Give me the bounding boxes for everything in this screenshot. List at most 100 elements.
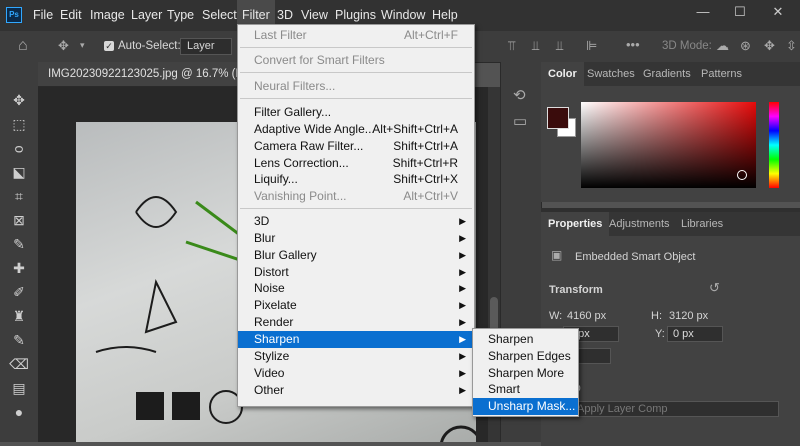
menu-item-render[interactable]: Render ▶ <box>238 314 474 331</box>
history-panel-icon[interactable]: ⟲ <box>513 86 526 104</box>
menu-select[interactable]: Select <box>202 0 237 31</box>
document-title: IMG20230922123025.jpg @ 16.7% (Lay <box>48 68 255 80</box>
menu-item-neural-filters[interactable]: Neural Filters... <box>238 78 474 95</box>
move-tool-icon[interactable]: ✥ <box>8 90 30 110</box>
menu-separator <box>240 72 472 73</box>
menu-separator <box>240 98 472 99</box>
submenu-arrow-icon: ▶ <box>459 317 466 327</box>
menu-item-blur[interactable]: Blur ▶ <box>238 230 474 247</box>
y-label: Y: <box>655 328 665 340</box>
blur-tool-icon[interactable]: ● <box>8 402 30 422</box>
filter-menu: Last Filter Alt+Ctrl+F Convert for Smart … <box>237 24 475 407</box>
menu-item-last-filter[interactable]: Last Filter Alt+Ctrl+F <box>238 27 474 44</box>
maximize-button[interactable]: ☐ <box>722 0 758 24</box>
menu-item-distort[interactable]: Distort ▶ <box>238 264 474 281</box>
submenu-item-sharpen-edges[interactable]: Sharpen Edges <box>473 348 578 365</box>
submenu-arrow-icon: ▶ <box>459 267 466 277</box>
tab-swatches[interactable]: Swatches <box>587 62 635 86</box>
marquee-tool-icon[interactable]: ⬚ <box>8 114 30 134</box>
home-icon[interactable]: ⌂ <box>18 37 28 55</box>
y-field[interactable]: 0 px <box>667 326 723 342</box>
menu-item-sharpen[interactable]: Sharpen ▶ <box>238 331 474 348</box>
color-spectrum[interactable] <box>581 102 756 188</box>
color-picker-handle[interactable] <box>737 170 747 180</box>
frame-tool-icon[interactable]: ⊠ <box>8 210 30 230</box>
document-tab[interactable]: IMG20230922123025.jpg @ 16.7% (Lay <box>38 62 254 87</box>
history-brush-tool-icon[interactable]: ✎ <box>8 330 30 350</box>
submenu-item-unsharp-mask[interactable]: Unsharp Mask... <box>473 398 578 415</box>
reset-transform-icon[interactable]: ↺ <box>709 280 720 296</box>
menu-item-pixelate[interactable]: Pixelate ▶ <box>238 297 474 314</box>
menu-item-liquify[interactable]: Liquify... Shift+Ctrl+X <box>238 171 474 188</box>
menu-item-stylize[interactable]: Stylize ▶ <box>238 348 474 365</box>
menu-item-vanishing-point[interactable]: Vanishing Point... Alt+Ctrl+V <box>238 188 474 205</box>
more-options-icon[interactable]: ••• <box>626 37 640 52</box>
menu-item-camera-raw-filter[interactable]: Camera Raw Filter... Shift+Ctrl+A <box>238 138 474 155</box>
menu-image[interactable]: Image <box>90 0 125 31</box>
tab-patterns[interactable]: Patterns <box>701 62 742 86</box>
3d-slide-icon[interactable]: ⇳ <box>786 38 797 54</box>
submenu-arrow-icon: ▶ <box>459 250 466 260</box>
width-value[interactable]: 4160 px <box>567 310 606 322</box>
tab-adjustments[interactable]: Adjustments <box>609 212 670 236</box>
transform-heading: Transform <box>549 284 603 296</box>
clone-stamp-tool-icon[interactable]: ♜ <box>8 306 30 326</box>
sketch-box <box>136 392 164 420</box>
tab-libraries[interactable]: Libraries <box>681 212 723 236</box>
eyedropper-tool-icon[interactable]: ✎ <box>8 234 30 254</box>
tab-gradients[interactable]: Gradients <box>643 62 691 86</box>
layer-comp-dropdown[interactable]: Apply Layer Comp <box>571 401 779 417</box>
object-select-tool-icon[interactable]: ⬕ <box>8 162 30 182</box>
foreground-color-swatch[interactable] <box>547 107 569 129</box>
auto-select-checkbox[interactable]: ✓ <box>104 41 114 51</box>
menu-item-lens-correction[interactable]: Lens Correction... Shift+Ctrl+R <box>238 155 474 172</box>
eraser-tool-icon[interactable]: ⌫ <box>8 354 30 374</box>
tab-color[interactable]: Color <box>541 62 584 86</box>
sketch-circle <box>439 425 483 446</box>
gradient-tool-icon[interactable]: ▤ <box>8 378 30 398</box>
chevron-down-icon[interactable]: ▾ <box>80 40 85 51</box>
menu-item-noise[interactable]: Noise ▶ <box>238 280 474 297</box>
menu-item-blur-gallery[interactable]: Blur Gallery ▶ <box>238 247 474 264</box>
submenu-arrow-icon: ▶ <box>459 385 466 395</box>
lasso-tool-icon[interactable]: ᴑ <box>8 138 30 158</box>
align-bottom-icon[interactable]: ⫫ <box>556 38 563 54</box>
submenu-arrow-icon: ▶ <box>459 216 466 226</box>
menu-layer[interactable]: Layer <box>131 0 162 31</box>
menu-edit[interactable]: Edit <box>60 0 82 31</box>
move-tool-icon[interactable]: ✥ <box>58 38 69 54</box>
height-value[interactable]: 3120 px <box>669 310 708 322</box>
menu-file[interactable]: File <box>33 0 53 31</box>
align-top-icon[interactable]: ⫪ <box>508 38 515 54</box>
crop-tool-icon[interactable]: ⌗ <box>8 186 30 206</box>
color-panel-tabs: Color Swatches Gradients Patterns <box>541 62 800 86</box>
comments-panel-icon[interactable]: ▭ <box>513 112 527 130</box>
menu-separator <box>240 208 472 209</box>
3d-orbit-icon[interactable]: ☁ <box>716 38 729 54</box>
align-middle-icon[interactable]: ⫫ <box>532 38 539 54</box>
submenu-item-smart-sharpen[interactable]: Smart Sharpen... <box>473 381 578 413</box>
menu-item-other[interactable]: Other ▶ <box>238 382 474 399</box>
menu-item-adaptive-wide-angle[interactable]: Adaptive Wide Angle... Alt+Shift+Ctrl+A <box>238 121 474 138</box>
healing-brush-tool-icon[interactable]: ✚ <box>8 258 30 278</box>
brush-tool-icon[interactable]: ✐ <box>8 282 30 302</box>
tools-panel: ✥ ⬚ ᴑ ⬕ ⌗ ⊠ ✎ ✚ ✐ ♜ ✎ ⌫ ▤ ● <box>0 62 39 442</box>
3d-roll-icon[interactable]: ⊛ <box>740 38 751 54</box>
auto-select-dropdown[interactable]: Layer <box>180 38 232 55</box>
minimize-button[interactable]: — <box>685 0 721 24</box>
3d-pan-icon[interactable]: ✥ <box>764 38 775 54</box>
menu-item-3d[interactable]: 3D ▶ <box>238 213 474 230</box>
3d-mode-label: 3D Mode: <box>662 40 712 52</box>
menu-item-filter-gallery[interactable]: Filter Gallery... <box>238 104 474 121</box>
align-left-icon[interactable]: ⊫ <box>586 38 597 54</box>
submenu-item-sharpen[interactable]: Sharpen <box>473 331 578 348</box>
close-button[interactable]: ✕ <box>760 0 796 24</box>
menu-item-convert-smart-filters[interactable]: Convert for Smart Filters <box>238 52 474 69</box>
tab-properties[interactable]: Properties <box>541 212 610 236</box>
auto-select-label: Auto-Select: <box>118 40 181 52</box>
submenu-item-sharpen-more[interactable]: Sharpen More <box>473 365 578 382</box>
hue-slider[interactable] <box>769 102 779 188</box>
menu-item-video[interactable]: Video ▶ <box>238 365 474 382</box>
photoshop-logo-icon: Ps <box>6 7 22 23</box>
menu-type[interactable]: Type <box>167 0 194 31</box>
